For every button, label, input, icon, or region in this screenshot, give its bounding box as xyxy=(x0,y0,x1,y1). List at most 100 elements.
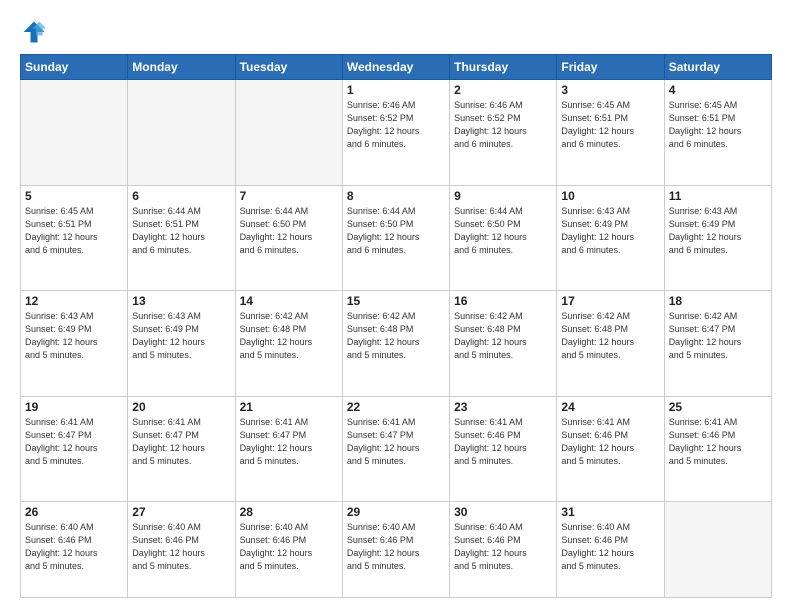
day-info: Sunrise: 6:45 AM Sunset: 6:51 PM Dayligh… xyxy=(561,99,659,151)
day-number: 25 xyxy=(669,400,767,414)
calendar-cell: 22Sunrise: 6:41 AM Sunset: 6:47 PM Dayli… xyxy=(342,396,449,502)
day-number: 24 xyxy=(561,400,659,414)
day-number: 21 xyxy=(240,400,338,414)
calendar-cell: 20 Sunrise: 6:41 AM Sunset: 6:47 PM Dayli… xyxy=(128,396,235,502)
calendar-cell: 9 Sunrise: 6:44 AM Sunset: 6:50 PM Daylig… xyxy=(450,185,557,291)
weekday-header-tuesday: Tuesday xyxy=(235,55,342,80)
day-info: Sunrise: 6:42 AM Sunset: 6:48 PM Dayligh… xyxy=(240,310,338,362)
calendar-cell xyxy=(664,502,771,598)
day-info: Sunrise: 6:40 AM Sunset: 6:46 PM Dayligh… xyxy=(561,521,659,573)
day-info: Sunrise: 6:40 AM Sunset: 6:46 PM Dayligh… xyxy=(454,521,552,573)
day-number: 18 xyxy=(669,294,767,308)
day-number: 17 xyxy=(561,294,659,308)
calendar-cell: 5Sunrise: 6:45 AM Sunset: 6:51 PM Daylig… xyxy=(21,185,128,291)
day-info: Sunrise: 6:41 AM Sunset: 6:46 PM Dayligh… xyxy=(561,416,659,468)
calendar-cell: 25Sunrise: 6:41 AM Sunset: 6:46 PM Dayli… xyxy=(664,396,771,502)
day-number: 26 xyxy=(25,505,123,519)
day-info: Sunrise: 6:43 AM Sunset: 6:49 PM Dayligh… xyxy=(561,205,659,257)
day-info: Sunrise: 6:43 AM Sunset: 6:49 PM Dayligh… xyxy=(669,205,767,257)
weekday-header-thursday: Thursday xyxy=(450,55,557,80)
calendar-cell: 31 Sunrise: 6:40 AM Sunset: 6:46 PM Dayli… xyxy=(557,502,664,598)
day-info: Sunrise: 6:40 AM Sunset: 6:46 PM Dayligh… xyxy=(347,521,445,573)
day-number: 13 xyxy=(132,294,230,308)
day-info: Sunrise: 6:42 AM Sunset: 6:48 PM Dayligh… xyxy=(454,310,552,362)
calendar-cell: 12Sunrise: 6:43 AM Sunset: 6:49 PM Dayli… xyxy=(21,291,128,397)
day-info: Sunrise: 6:43 AM Sunset: 6:49 PM Dayligh… xyxy=(132,310,230,362)
calendar-cell: 2 Sunrise: 6:46 AM Sunset: 6:52 PM Daylig… xyxy=(450,80,557,186)
calendar-cell: 11Sunrise: 6:43 AM Sunset: 6:49 PM Dayli… xyxy=(664,185,771,291)
day-info: Sunrise: 6:46 AM Sunset: 6:52 PM Dayligh… xyxy=(454,99,552,151)
calendar-cell: 6Sunrise: 6:44 AM Sunset: 6:51 PM Daylig… xyxy=(128,185,235,291)
day-info: Sunrise: 6:40 AM Sunset: 6:46 PM Dayligh… xyxy=(25,521,123,573)
calendar-cell: 26 Sunrise: 6:40 AM Sunset: 6:46 PM Dayli… xyxy=(21,502,128,598)
week-row-3: 12Sunrise: 6:43 AM Sunset: 6:49 PM Dayli… xyxy=(21,291,772,397)
day-number: 2 xyxy=(454,83,552,97)
day-number: 15 xyxy=(347,294,445,308)
day-info: Sunrise: 6:43 AM Sunset: 6:49 PM Dayligh… xyxy=(25,310,123,362)
day-number: 28 xyxy=(240,505,338,519)
day-number: 7 xyxy=(240,189,338,203)
logo xyxy=(20,18,52,46)
day-info: Sunrise: 6:44 AM Sunset: 6:50 PM Dayligh… xyxy=(240,205,338,257)
calendar-cell: 16Sunrise: 6:42 AM Sunset: 6:48 PM Dayli… xyxy=(450,291,557,397)
page: SundayMondayTuesdayWednesdayThursdayFrid… xyxy=(0,0,792,612)
day-info: Sunrise: 6:44 AM Sunset: 6:50 PM Dayligh… xyxy=(347,205,445,257)
calendar-cell: 17Sunrise: 6:42 AM Sunset: 6:48 PM Dayli… xyxy=(557,291,664,397)
calendar-cell: 18 Sunrise: 6:42 AM Sunset: 6:47 PM Dayli… xyxy=(664,291,771,397)
day-info: Sunrise: 6:41 AM Sunset: 6:47 PM Dayligh… xyxy=(132,416,230,468)
calendar-cell xyxy=(21,80,128,186)
calendar-cell: 7 Sunrise: 6:44 AM Sunset: 6:50 PM Daylig… xyxy=(235,185,342,291)
day-number: 4 xyxy=(669,83,767,97)
day-number: 22 xyxy=(347,400,445,414)
calendar-cell: 8 Sunrise: 6:44 AM Sunset: 6:50 PM Daylig… xyxy=(342,185,449,291)
day-number: 1 xyxy=(347,83,445,97)
day-info: Sunrise: 6:42 AM Sunset: 6:48 PM Dayligh… xyxy=(347,310,445,362)
day-number: 19 xyxy=(25,400,123,414)
weekday-header-sunday: Sunday xyxy=(21,55,128,80)
weekday-header-monday: Monday xyxy=(128,55,235,80)
logo-icon xyxy=(20,18,48,46)
calendar-cell: 23Sunrise: 6:41 AM Sunset: 6:46 PM Dayli… xyxy=(450,396,557,502)
weekday-header-saturday: Saturday xyxy=(664,55,771,80)
calendar-cell: 19 Sunrise: 6:41 AM Sunset: 6:47 PM Dayli… xyxy=(21,396,128,502)
day-number: 27 xyxy=(132,505,230,519)
weekday-header-wednesday: Wednesday xyxy=(342,55,449,80)
day-number: 10 xyxy=(561,189,659,203)
day-info: Sunrise: 6:42 AM Sunset: 6:47 PM Dayligh… xyxy=(669,310,767,362)
calendar-cell: 4 Sunrise: 6:45 AM Sunset: 6:51 PM Daylig… xyxy=(664,80,771,186)
calendar-cell: 10 Sunrise: 6:43 AM Sunset: 6:49 PM Dayli… xyxy=(557,185,664,291)
day-number: 3 xyxy=(561,83,659,97)
calendar-cell xyxy=(235,80,342,186)
day-info: Sunrise: 6:41 AM Sunset: 6:47 PM Dayligh… xyxy=(240,416,338,468)
week-row-2: 5Sunrise: 6:45 AM Sunset: 6:51 PM Daylig… xyxy=(21,185,772,291)
day-number: 23 xyxy=(454,400,552,414)
day-number: 9 xyxy=(454,189,552,203)
day-number: 6 xyxy=(132,189,230,203)
calendar-cell: 3 Sunrise: 6:45 AM Sunset: 6:51 PM Daylig… xyxy=(557,80,664,186)
week-row-4: 19 Sunrise: 6:41 AM Sunset: 6:47 PM Dayli… xyxy=(21,396,772,502)
day-info: Sunrise: 6:44 AM Sunset: 6:50 PM Dayligh… xyxy=(454,205,552,257)
calendar-cell: 14Sunrise: 6:42 AM Sunset: 6:48 PM Dayli… xyxy=(235,291,342,397)
calendar-cell: 21 Sunrise: 6:41 AM Sunset: 6:47 PM Dayli… xyxy=(235,396,342,502)
day-number: 20 xyxy=(132,400,230,414)
calendar-cell: 29Sunrise: 6:40 AM Sunset: 6:46 PM Dayli… xyxy=(342,502,449,598)
day-number: 30 xyxy=(454,505,552,519)
calendar-cell: 30 Sunrise: 6:40 AM Sunset: 6:46 PM Dayli… xyxy=(450,502,557,598)
calendar-cell: 27 Sunrise: 6:40 AM Sunset: 6:46 PM Dayli… xyxy=(128,502,235,598)
calendar-cell: 28Sunrise: 6:40 AM Sunset: 6:46 PM Dayli… xyxy=(235,502,342,598)
calendar-cell: 13 Sunrise: 6:43 AM Sunset: 6:49 PM Dayli… xyxy=(128,291,235,397)
calendar-cell: 24 Sunrise: 6:41 AM Sunset: 6:46 PM Dayli… xyxy=(557,396,664,502)
day-number: 8 xyxy=(347,189,445,203)
day-number: 5 xyxy=(25,189,123,203)
week-row-5: 26 Sunrise: 6:40 AM Sunset: 6:46 PM Dayli… xyxy=(21,502,772,598)
day-number: 31 xyxy=(561,505,659,519)
day-info: Sunrise: 6:46 AM Sunset: 6:52 PM Dayligh… xyxy=(347,99,445,151)
week-row-1: 1 Sunrise: 6:46 AM Sunset: 6:52 PM Daylig… xyxy=(21,80,772,186)
day-info: Sunrise: 6:40 AM Sunset: 6:46 PM Dayligh… xyxy=(132,521,230,573)
calendar-cell: 1 Sunrise: 6:46 AM Sunset: 6:52 PM Daylig… xyxy=(342,80,449,186)
calendar-table: SundayMondayTuesdayWednesdayThursdayFrid… xyxy=(20,54,772,598)
day-info: Sunrise: 6:45 AM Sunset: 6:51 PM Dayligh… xyxy=(669,99,767,151)
calendar-cell xyxy=(128,80,235,186)
day-info: Sunrise: 6:41 AM Sunset: 6:47 PM Dayligh… xyxy=(25,416,123,468)
calendar-cell: 15 Sunrise: 6:42 AM Sunset: 6:48 PM Dayli… xyxy=(342,291,449,397)
